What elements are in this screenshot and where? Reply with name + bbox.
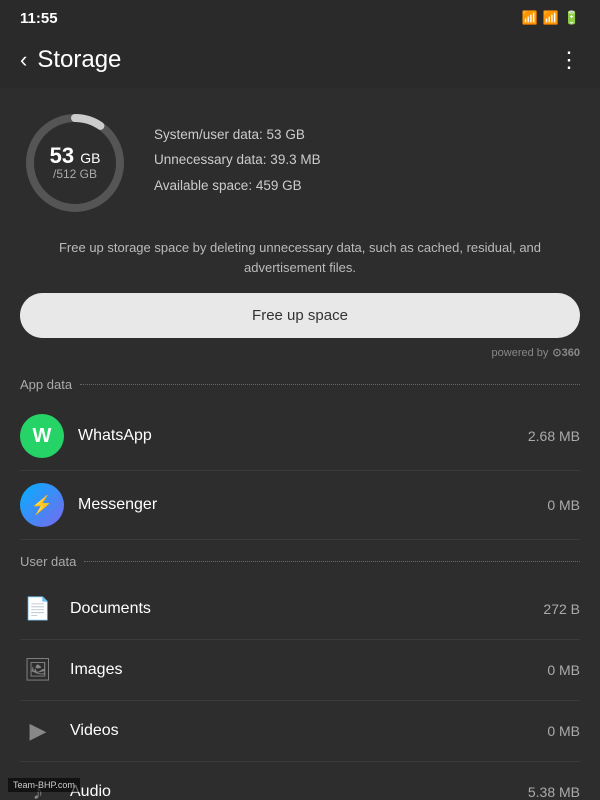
status-time: 11:55	[20, 10, 58, 27]
main-content: 53 GB /512 GB System/user data: 53 GB Un…	[0, 88, 600, 800]
total-storage-label: /512 GB	[50, 167, 101, 181]
used-storage-value: 53 GB	[50, 145, 101, 167]
whatsapp-item[interactable]: W WhatsApp 2.68 MB	[20, 402, 580, 471]
whatsapp-size: 2.68 MB	[510, 428, 580, 444]
images-icon: 🖼	[20, 652, 56, 688]
audio-size: 5.38 MB	[510, 784, 580, 800]
page-title: Storage	[37, 46, 121, 74]
images-item[interactable]: 🖼 Images 0 MB	[20, 640, 580, 701]
messenger-size: 0 MB	[510, 497, 580, 513]
more-options-button[interactable]: ⋮	[558, 47, 580, 73]
circle-label: 53 GB /512 GB	[50, 145, 101, 181]
app-data-section-label: App data	[20, 377, 580, 392]
powered-brand: ⊙360	[552, 346, 580, 359]
videos-size: 0 MB	[510, 723, 580, 739]
signal-icon: 📶	[543, 10, 559, 26]
audio-label: Audio	[70, 783, 496, 800]
whatsapp-icon: W	[20, 414, 64, 458]
back-button[interactable]: ‹	[20, 47, 27, 73]
storage-stats: System/user data: 53 GB Unnecessary data…	[154, 125, 580, 201]
messenger-label: Messenger	[78, 496, 496, 514]
unnecessary-data-stat: Unnecessary data: 39.3 MB	[154, 150, 580, 170]
storage-overview: 53 GB /512 GB System/user data: 53 GB Un…	[20, 108, 580, 218]
free-up-message: Free up storage space by deleting unnece…	[20, 238, 580, 277]
audio-item[interactable]: ♪ Audio 5.38 MB	[20, 762, 580, 800]
battery-icon: 🔋	[564, 10, 580, 26]
page-header: ‹ Storage ⋮	[0, 36, 600, 88]
powered-by-label: powered by ⊙360	[20, 346, 580, 359]
storage-circle: 53 GB /512 GB	[20, 108, 130, 218]
videos-item[interactable]: ▶ Videos 0 MB	[20, 701, 580, 762]
documents-label: Documents	[70, 600, 496, 618]
documents-size: 272 B	[510, 601, 580, 617]
header-left: ‹ Storage	[20, 46, 121, 74]
user-data-section-label: User data	[20, 554, 580, 569]
images-label: Images	[70, 661, 496, 679]
messenger-item[interactable]: ⚡ Messenger 0 MB	[20, 471, 580, 540]
videos-icon: ▶	[20, 713, 56, 749]
system-data-stat: System/user data: 53 GB	[154, 125, 580, 145]
status-icons: 📶 📶 🔋	[521, 10, 580, 26]
documents-item[interactable]: 📄 Documents 272 B	[20, 579, 580, 640]
wifi-icon: 📶	[521, 10, 537, 26]
videos-label: Videos	[70, 722, 496, 740]
watermark: Team-BHP.com	[8, 778, 80, 792]
available-space-stat: Available space: 459 GB	[154, 176, 580, 196]
documents-icon: 📄	[20, 591, 56, 627]
images-size: 0 MB	[510, 662, 580, 678]
powered-by-text: powered by	[492, 347, 549, 359]
whatsapp-label: WhatsApp	[78, 427, 496, 445]
messenger-icon: ⚡	[20, 483, 64, 527]
phone-screen: 11:55 📶 📶 🔋 ‹ Storage ⋮ 53	[0, 0, 600, 800]
free-up-button[interactable]: Free up space	[20, 293, 580, 338]
status-bar: 11:55 📶 📶 🔋	[0, 0, 600, 36]
